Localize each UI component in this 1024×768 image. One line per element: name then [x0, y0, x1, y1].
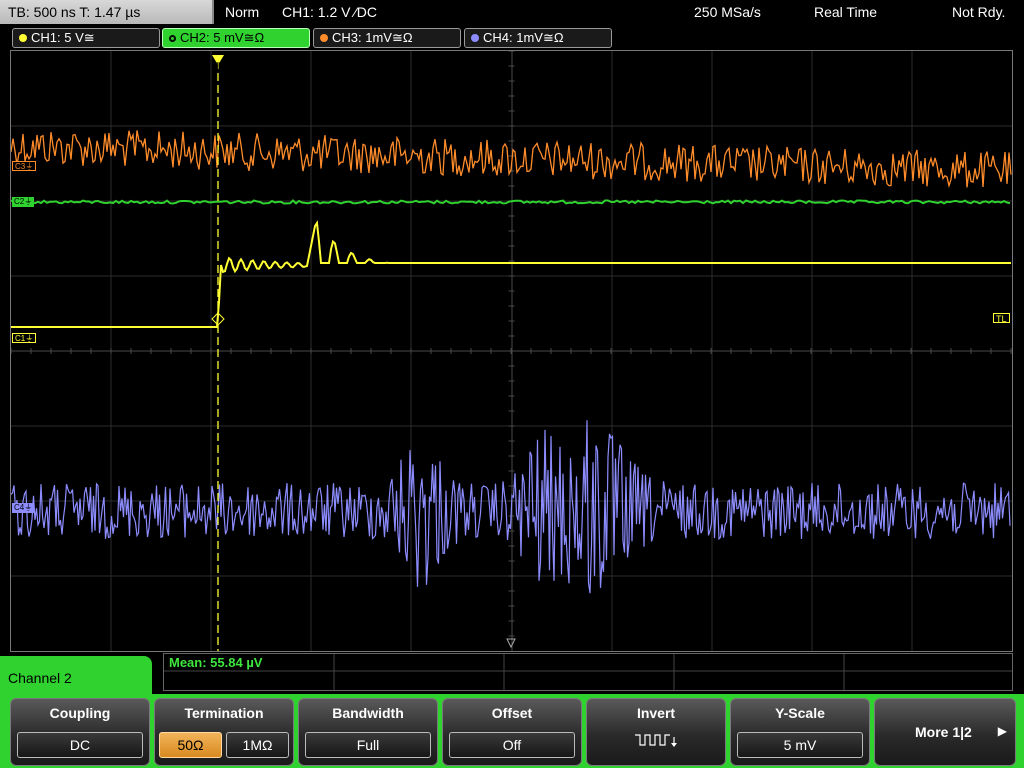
ch4-ground-marker[interactable]: C4⏚ — [12, 503, 35, 513]
measurement-panel[interactable]: Mean: 55.84 µV — [163, 653, 1013, 691]
coupling-title: Coupling — [49, 705, 111, 721]
bandwidth-title: Bandwidth — [332, 705, 404, 721]
waveform-display[interactable]: C3⏚ C2⏚ C1⏚ C4⏚ TL T — [10, 50, 1013, 652]
measurement-grid — [164, 654, 1012, 690]
ch1-dot-icon — [19, 34, 27, 42]
acquisition-mode: Real Time — [814, 4, 878, 20]
trigger-level-marker[interactable]: TL — [993, 313, 1010, 324]
more-button[interactable]: More 1|2 ▶ — [874, 698, 1016, 766]
ch1-waveform — [11, 220, 1011, 328]
menu-title: Channel 2 — [8, 670, 72, 686]
more-label: More 1|2 — [915, 724, 972, 740]
termination-1mohm-option[interactable]: 1MΩ — [226, 732, 289, 758]
trigger-info[interactable]: CH1: 1.2 V ⁄DC — [282, 0, 377, 24]
offset-title: Offset — [491, 705, 533, 721]
invert-waveform-icon — [635, 734, 677, 747]
waveforms — [11, 55, 1012, 651]
ch3-dot-icon — [320, 34, 328, 42]
coupling-button[interactable]: Coupling DC — [10, 698, 150, 766]
channel-label: CH1: 5 V≅ — [31, 30, 95, 45]
bandwidth-button[interactable]: Bandwidth Full — [298, 698, 438, 766]
channel-label: CH2: 5 mV≅Ω — [180, 30, 265, 45]
ch4-waveform — [11, 420, 1011, 594]
sample-rate: 250 MSa/s — [694, 4, 761, 20]
ch2-waveform — [11, 199, 1011, 205]
channel-tab-ch2[interactable]: CH2: 5 mV≅Ω — [162, 28, 310, 48]
yscale-value[interactable]: 5 mV — [737, 732, 863, 758]
trigger-position-label: T — [215, 61, 221, 71]
termination-50ohm-option[interactable]: 50Ω — [159, 732, 222, 758]
trigger-mode[interactable]: Norm — [225, 0, 259, 24]
invert-button[interactable]: Invert — [586, 698, 726, 766]
ch4-dot-icon — [471, 34, 479, 42]
coupling-value[interactable]: DC — [17, 732, 143, 758]
channel-tab-ch3[interactable]: CH3: 1mV≅Ω — [313, 28, 461, 48]
yscale-button[interactable]: Y-Scale 5 mV — [730, 698, 870, 766]
termination-button[interactable]: Termination 50Ω 1MΩ — [154, 698, 294, 766]
termination-title: Termination — [184, 705, 264, 721]
yscale-title: Y-Scale — [775, 705, 825, 721]
offset-button[interactable]: Offset Off — [442, 698, 582, 766]
bandwidth-value[interactable]: Full — [305, 732, 431, 758]
next-arrow-icon: ▶ — [997, 724, 1007, 738]
ch2-dot-icon — [169, 35, 176, 42]
offset-value[interactable]: Off — [449, 732, 575, 758]
ch3-ground-marker[interactable]: C3⏚ — [12, 161, 37, 171]
timebase-readout[interactable]: TB: 500 ns T: 1.47 µs — [0, 0, 214, 24]
ch3-waveform — [11, 130, 1012, 189]
menu-title-tab: Channel 2 — [0, 656, 152, 702]
invert-title: Invert — [636, 705, 676, 721]
status-bar: TB: 500 ns T: 1.47 µs Norm CH1: 1.2 V ⁄D… — [0, 0, 1024, 24]
channel-label: CH4: 1mV≅Ω — [483, 30, 564, 45]
mean-measurement: Mean: 55.84 µV — [169, 655, 263, 670]
trigger-status: Not Rdy. — [952, 4, 1006, 20]
ch1-ground-marker[interactable]: C1⏚ — [12, 333, 37, 343]
channel-label: CH3: 1mV≅Ω — [332, 30, 413, 45]
channel-tab-ch1[interactable]: CH1: 5 V≅ — [12, 28, 160, 48]
time-reference-icon — [506, 638, 516, 649]
ch2-ground-marker[interactable]: C2⏚ — [12, 197, 35, 207]
channel-tab-ch4[interactable]: CH4: 1mV≅Ω — [464, 28, 612, 48]
